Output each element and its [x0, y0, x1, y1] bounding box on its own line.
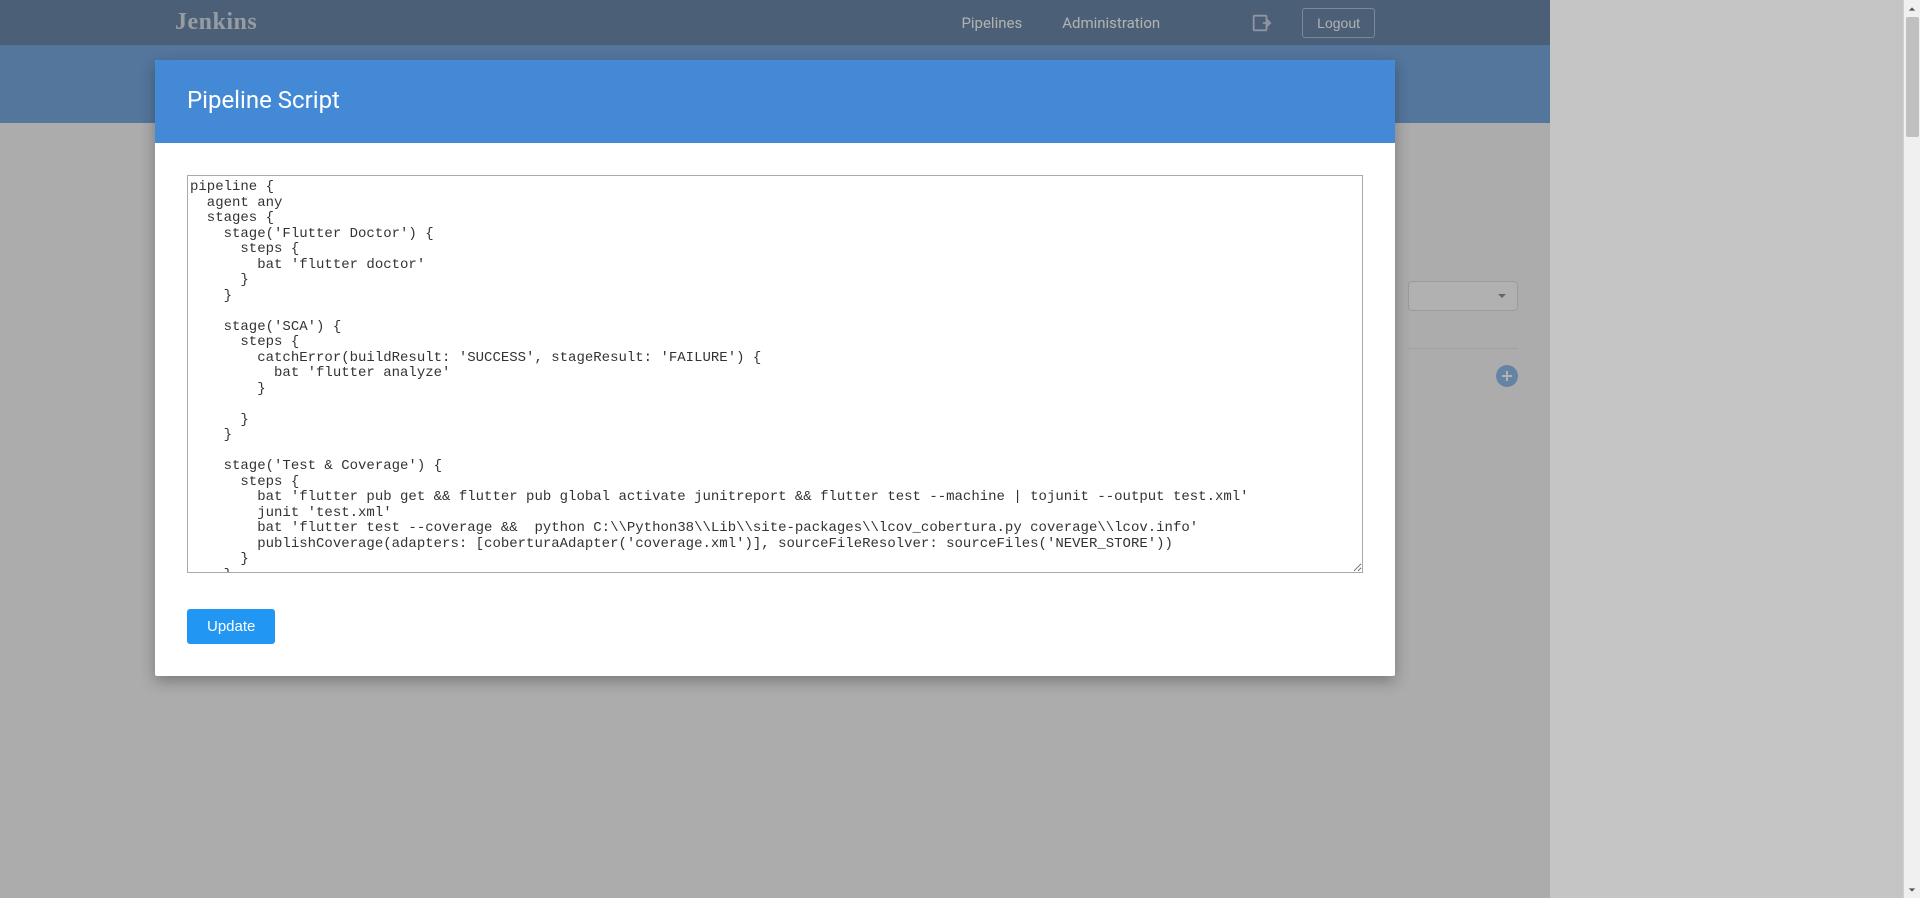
pipeline-script-modal: Pipeline Script Update: [155, 60, 1395, 676]
scroll-up-icon[interactable]: [1904, 0, 1920, 17]
pipeline-script-textarea[interactable]: [187, 175, 1363, 573]
browser-scrollbar[interactable]: [1903, 0, 1920, 898]
modal-header: Pipeline Script: [155, 60, 1395, 143]
modal-title: Pipeline Script: [187, 86, 1363, 114]
modal-overlay[interactable]: Pipeline Script Update: [0, 0, 1550, 898]
scroll-thumb[interactable]: [1906, 17, 1919, 137]
scroll-down-icon[interactable]: [1904, 881, 1920, 898]
modal-footer: Update: [155, 609, 1395, 676]
update-button[interactable]: Update: [187, 609, 275, 644]
modal-body: [155, 143, 1395, 609]
